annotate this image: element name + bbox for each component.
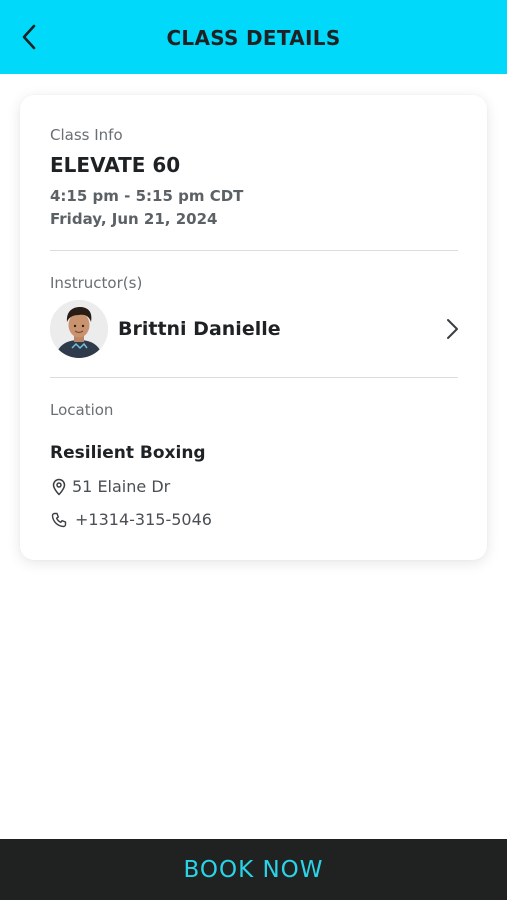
class-details-card: Class Info ELEVATE 60 4:15 pm - 5:15 pm …: [20, 95, 487, 560]
phone-icon: [51, 512, 67, 528]
book-now-label: BOOK NOW: [183, 856, 324, 883]
instructor-name: Brittni Danielle: [118, 318, 281, 340]
location-label: Location: [50, 401, 114, 419]
book-now-button[interactable]: BOOK NOW: [0, 839, 507, 900]
divider: [50, 377, 458, 378]
instructor-row[interactable]: Brittni Danielle: [50, 299, 464, 359]
chevron-right-icon: [447, 319, 458, 339]
divider: [50, 250, 458, 251]
page-title: CLASS DETAILS: [166, 26, 341, 50]
class-time: 4:15 pm - 5:15 pm CDT: [50, 187, 244, 205]
class-name: ELEVATE 60: [50, 153, 181, 177]
map-pin-icon: [52, 478, 66, 496]
class-info-label: Class Info: [50, 126, 123, 144]
class-date: Friday, Jun 21, 2024: [50, 210, 218, 228]
location-name: Resilient Boxing: [50, 443, 206, 463]
instructors-label: Instructor(s): [50, 274, 143, 292]
avatar: [50, 300, 108, 358]
app-header: CLASS DETAILS: [0, 0, 507, 74]
location-address: 51 Elaine Dr: [72, 477, 171, 496]
location-phone: +1314-315-5046: [75, 510, 212, 529]
